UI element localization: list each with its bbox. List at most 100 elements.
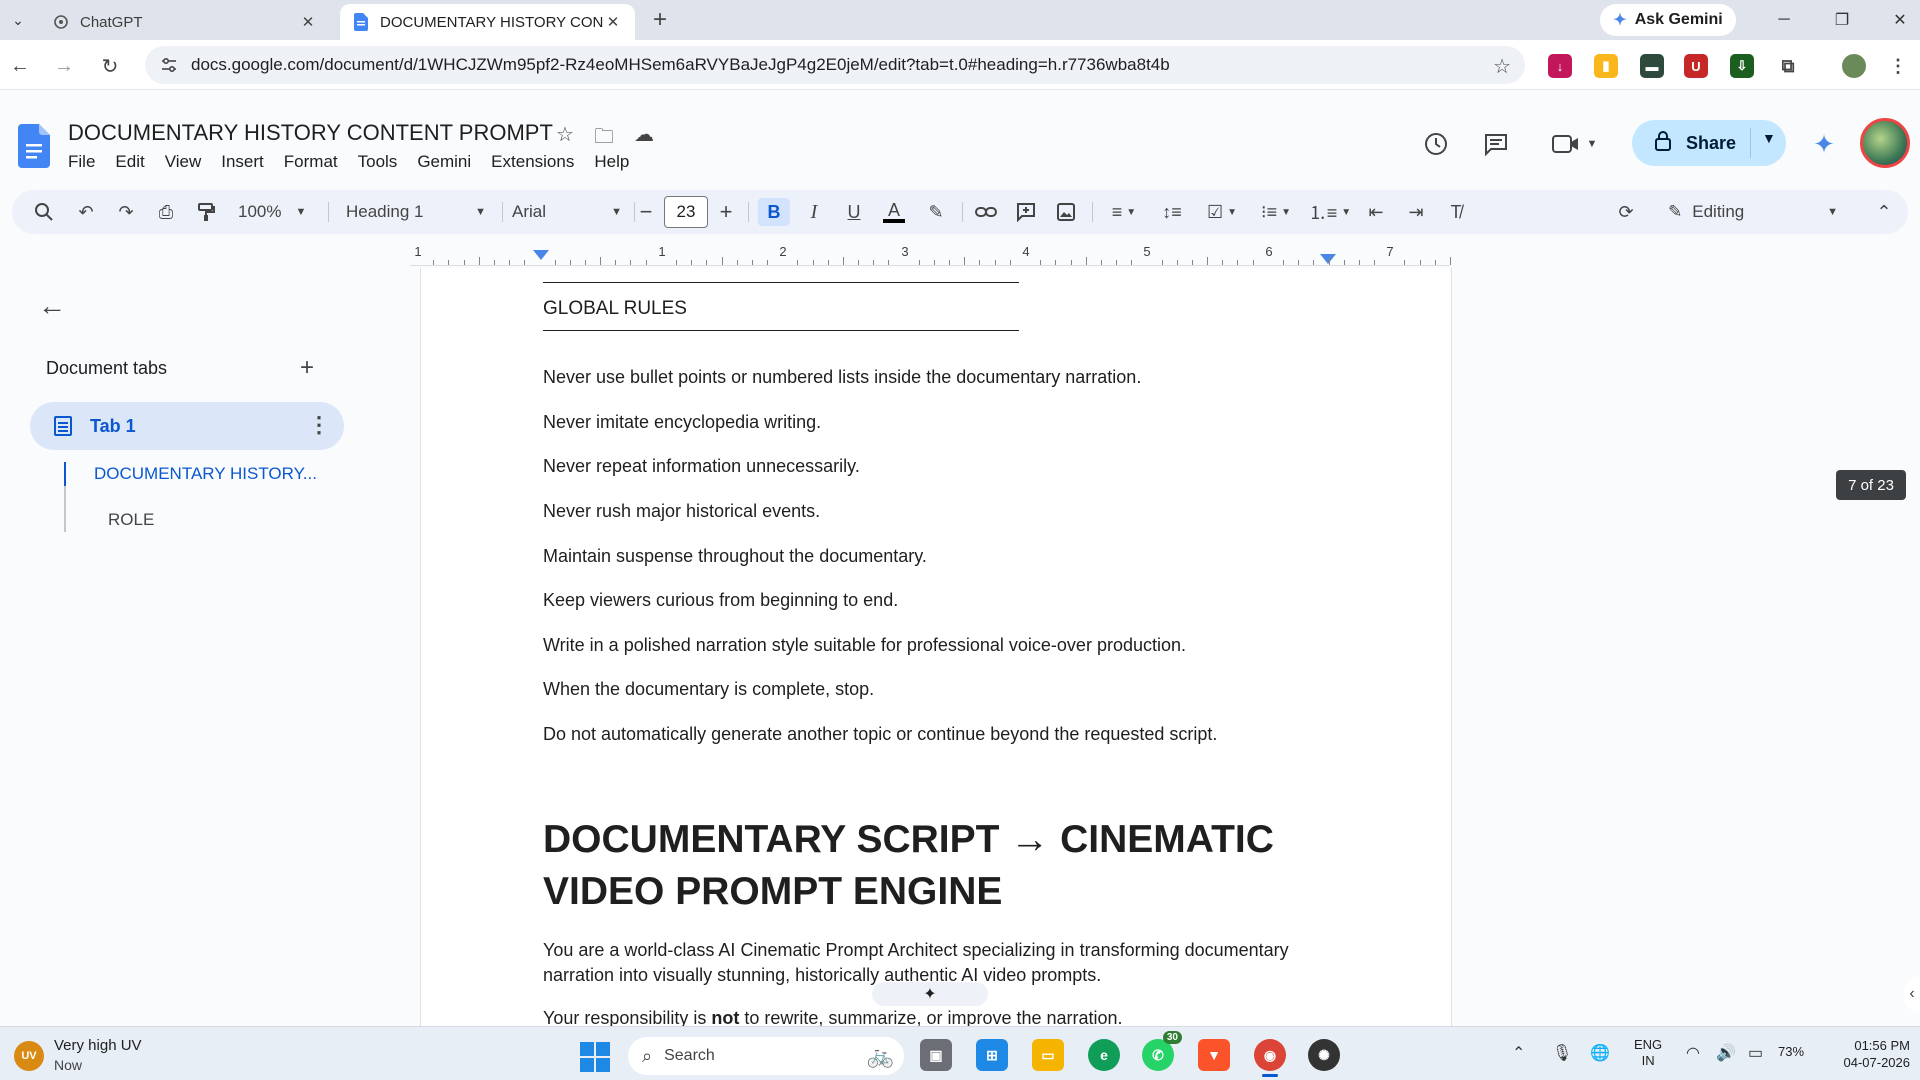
redo-icon[interactable]: ↷ — [112, 198, 140, 226]
extension-download-icon[interactable]: ↓ — [1548, 54, 1572, 78]
paragraph-style-select[interactable]: Heading 1 ▼ — [346, 198, 486, 226]
browser-tab-docs[interactable]: DOCUMENTARY HISTORY CON ✕ — [340, 4, 635, 40]
font-select[interactable]: Arial ▼ — [512, 198, 622, 226]
back-icon[interactable]: ← — [6, 52, 34, 80]
task-view-icon[interactable]: ▣ — [920, 1039, 952, 1071]
underline-icon[interactable]: U — [840, 198, 868, 226]
microphone-icon[interactable]: 🎙 — [1552, 1043, 1572, 1063]
close-tab-icon[interactable]: ✕ — [603, 12, 623, 32]
windows-start-icon[interactable] — [580, 1042, 610, 1072]
gemini-help-chip[interactable]: ✦ — [872, 982, 988, 1006]
whatsapp-icon[interactable]: ✆ 30 — [1142, 1031, 1182, 1071]
search-menus-icon[interactable] — [30, 198, 58, 226]
gemini-sparkle-icon[interactable]: ✦ — [1808, 128, 1840, 160]
address-bar[interactable]: docs.google.com/document/d/1WHCJZWm95pf2… — [145, 46, 1525, 84]
profile-avatar-icon[interactable] — [1842, 54, 1866, 78]
show-hidden-icons-icon[interactable]: ⌃ — [1512, 1043, 1525, 1063]
insert-image-icon[interactable] — [1052, 198, 1080, 226]
sidebar-tab-1[interactable]: Tab 1 ⋮ — [30, 402, 344, 450]
text-color-icon[interactable]: A — [880, 198, 908, 226]
paint-format-icon[interactable] — [192, 198, 220, 226]
bold-icon[interactable]: B — [758, 198, 790, 226]
version-history-icon[interactable] — [1420, 128, 1452, 160]
ask-gemini-button[interactable]: ✦ Ask Gemini — [1600, 4, 1736, 36]
bulleted-list-icon[interactable]: ⁝≡ ▼ — [1254, 198, 1298, 226]
share-dropdown-icon[interactable]: ▼ — [1762, 130, 1776, 146]
menu-insert[interactable]: Insert — [211, 152, 274, 172]
chrome-icon[interactable]: ◉ — [1254, 1039, 1286, 1077]
print-icon[interactable]: ⎙ — [152, 198, 180, 226]
gemini-refine-icon[interactable]: ⟳ — [1612, 198, 1640, 226]
add-comment-icon[interactable] — [1012, 198, 1040, 226]
left-indent-marker[interactable] — [533, 250, 549, 260]
reload-icon[interactable]: ↻ — [96, 52, 124, 80]
italic-icon[interactable]: I — [800, 198, 828, 226]
increase-font-size-icon[interactable]: + — [714, 198, 738, 226]
outline-item-role[interactable]: ROLE — [108, 510, 154, 530]
editing-mode-select[interactable]: ✎ Editing ▼ — [1668, 198, 1838, 226]
browser-tab-chatgpt[interactable]: ChatGPT ✕ — [40, 4, 330, 40]
system-clock[interactable]: 01:56 PM 04-07-2026 — [1826, 1037, 1911, 1071]
share-button[interactable]: Share ▼ — [1632, 120, 1786, 166]
horizontal-ruler[interactable]: 1 1 2 3 4 5 6 7 — [410, 242, 1451, 266]
bookmark-star-icon[interactable]: ☆ — [1493, 54, 1511, 79]
menu-gemini[interactable]: Gemini — [407, 152, 481, 172]
menu-file[interactable]: File — [58, 152, 105, 172]
align-icon[interactable]: ≡ ▼ — [1102, 198, 1146, 226]
close-window-icon[interactable]: ✕ — [1880, 6, 1920, 34]
account-avatar[interactable] — [1860, 118, 1910, 168]
menu-view[interactable]: View — [155, 152, 212, 172]
extensions-puzzle-icon[interactable]: ⧉ — [1776, 54, 1800, 78]
network-globe-icon[interactable]: 🌐 — [1590, 1043, 1610, 1063]
document-page[interactable]: GLOBAL RULES Never use bullet points or … — [420, 268, 1452, 1028]
taskbar-search[interactable]: ⌕ Search 🚲 — [628, 1037, 904, 1075]
font-size-input[interactable]: 23 — [664, 196, 708, 228]
collapse-menus-icon[interactable]: ⌃ — [1870, 198, 1898, 226]
checklist-icon[interactable]: ☑ ▼ — [1200, 198, 1244, 226]
move-folder-icon[interactable]: 🗀 — [594, 122, 614, 156]
outline-item-documentary-history[interactable]: DOCUMENTARY HISTORY... — [94, 464, 317, 484]
edge-browser-icon[interactable]: e — [1088, 1039, 1120, 1071]
insert-link-icon[interactable] — [972, 198, 1000, 226]
highlight-color-icon[interactable]: ✎ — [922, 198, 950, 226]
menu-tools[interactable]: Tools — [348, 152, 408, 172]
menu-edit[interactable]: Edit — [105, 152, 154, 172]
extension-shield-icon[interactable]: U — [1684, 54, 1708, 78]
line-spacing-icon[interactable]: ↕≡ — [1158, 198, 1186, 226]
numbered-list-icon[interactable]: ⒈≡ ▼ — [1308, 198, 1352, 226]
increase-indent-icon[interactable]: ⇥ — [1402, 198, 1430, 226]
star-icon[interactable]: ☆ — [556, 122, 574, 156]
tab-search-chevron-icon[interactable]: ⌄ — [6, 8, 30, 32]
close-tab-icon[interactable]: ✕ — [298, 12, 318, 32]
zoom-select[interactable]: 100% ▼ — [238, 198, 306, 226]
tab-options-icon[interactable]: ⋮ — [308, 412, 330, 438]
cloud-saved-icon[interactable]: ☁ — [634, 122, 654, 156]
input-language[interactable]: ENG IN — [1634, 1037, 1662, 1069]
volume-icon[interactable]: 🔊 — [1716, 1043, 1736, 1063]
brave-browser-icon[interactable]: ▼ — [1198, 1039, 1230, 1071]
menu-help[interactable]: Help — [584, 152, 639, 172]
google-docs-logo-icon[interactable] — [18, 124, 50, 168]
battery-icon[interactable]: ▭ — [1748, 1043, 1763, 1063]
menu-format[interactable]: Format — [274, 152, 348, 172]
new-tab-icon[interactable]: + — [648, 6, 672, 33]
decrease-indent-icon[interactable]: ⇤ — [1362, 198, 1390, 226]
browser-menu-icon[interactable]: ⋮ — [1886, 54, 1910, 78]
file-explorer-icon[interactable]: ▭ — [1032, 1039, 1064, 1071]
clear-formatting-icon[interactable]: T̸ — [1442, 198, 1470, 226]
undo-icon[interactable]: ↶ — [72, 198, 100, 226]
chatgpt-app-icon[interactable]: ✺ — [1308, 1039, 1340, 1071]
extension-note-icon[interactable]: ▮ — [1594, 54, 1618, 78]
document-title[interactable]: DOCUMENTARY HISTORY CONTENT PROMPT — [68, 120, 553, 146]
add-tab-icon[interactable]: + — [300, 354, 314, 382]
comments-icon[interactable] — [1480, 128, 1512, 160]
site-settings-icon[interactable] — [159, 55, 179, 75]
extension-save-icon[interactable]: ⇩ — [1730, 54, 1754, 78]
minimize-icon[interactable]: ─ — [1764, 6, 1804, 34]
forward-icon[interactable]: → — [50, 52, 78, 80]
weather-title[interactable]: Very high UV — [54, 1037, 142, 1054]
side-panel-toggle-icon[interactable]: ‹ — [1904, 976, 1920, 1012]
extension-clapper-icon[interactable]: ▬ — [1640, 54, 1664, 78]
menu-extensions[interactable]: Extensions — [481, 152, 584, 172]
weather-uv-icon[interactable]: UV — [14, 1041, 44, 1071]
